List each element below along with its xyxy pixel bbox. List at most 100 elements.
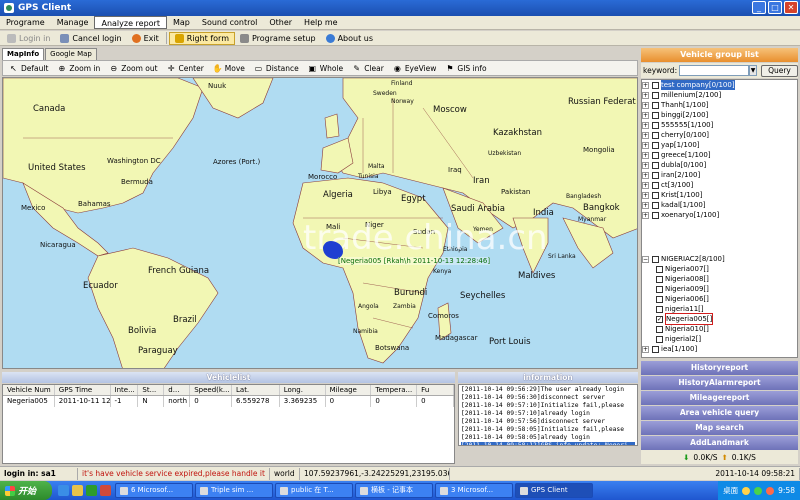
- programe-setup-button[interactable]: Programe setup: [235, 32, 321, 45]
- tab-add-landmark[interactable]: AddLandmark: [641, 436, 798, 450]
- menu-programe[interactable]: Programe: [0, 16, 51, 29]
- tray-icon[interactable]: [742, 486, 751, 495]
- checkbox[interactable]: [652, 171, 659, 179]
- expand-icon[interactable]: +: [642, 81, 649, 89]
- eyeview-tool[interactable]: ◉ EyeView: [393, 64, 437, 73]
- tab-area-vehicle-query[interactable]: Area vehicle query: [641, 406, 798, 420]
- menu-sound-control[interactable]: Sound control: [196, 16, 263, 29]
- expand-icon[interactable]: +: [642, 181, 649, 189]
- tree-vehicle-item[interactable]: Nigeria010[]: [642, 324, 797, 334]
- column-header[interactable]: St...: [138, 385, 165, 395]
- list-item[interactable]: [2011-10-14 09:56:29]The user already lo…: [461, 386, 635, 394]
- checkbox[interactable]: [652, 121, 659, 129]
- tab-mapinfo[interactable]: MapInfo: [2, 48, 45, 60]
- expand-icon[interactable]: +: [642, 191, 649, 199]
- expand-icon[interactable]: +: [642, 121, 649, 129]
- checkbox[interactable]: [652, 101, 659, 109]
- checkbox[interactable]: [652, 81, 659, 89]
- column-header[interactable]: Speed(k...: [190, 385, 232, 395]
- menu-other[interactable]: Other: [263, 16, 298, 29]
- tree-group-item[interactable]: + Thanh[1/100]: [642, 100, 797, 110]
- column-header[interactable]: Long.: [280, 385, 326, 395]
- table-row[interactable]: Negeria005 2011-10-11 12 -1 Nnorth 0 6.559278…: [3, 396, 454, 407]
- checkbox[interactable]: [656, 275, 663, 283]
- checkbox[interactable]: [656, 305, 663, 313]
- list-item[interactable]: [2011-10-14 09:57:10]Initialize fail,ple…: [461, 402, 635, 410]
- tray-icon[interactable]: [754, 486, 763, 495]
- tree-group-item[interactable]: +555555[1/100]: [642, 120, 797, 130]
- checkbox[interactable]: [652, 151, 659, 159]
- tree-vehicle-item[interactable]: Nigeria009[]: [642, 284, 797, 294]
- list-item[interactable]: [2011-10-14 09:57:10]already login: [461, 410, 635, 418]
- checkbox[interactable]: ✓: [656, 315, 663, 323]
- checkbox[interactable]: [652, 345, 659, 353]
- menu-help[interactable]: Help me: [298, 16, 344, 29]
- tab-history-report[interactable]: Historyreport: [641, 361, 798, 375]
- expand-icon[interactable]: +: [642, 111, 649, 119]
- desktop-label[interactable]: 桌面: [723, 485, 738, 496]
- checkbox[interactable]: [652, 201, 659, 209]
- distance-tool[interactable]: ▭ Distance: [254, 64, 299, 73]
- task-public[interactable]: public 在 T...: [275, 483, 353, 498]
- checkbox[interactable]: [652, 255, 659, 263]
- list-item[interactable]: [2011-10-14 09:58:05]Initialize fail,ple…: [461, 426, 635, 434]
- gis-info-tool[interactable]: ⚑ GIS info: [445, 64, 486, 73]
- menu-analyze-report[interactable]: Analyze report: [94, 16, 167, 29]
- tree-group-item[interactable]: + xoenaryo[1/100]: [642, 210, 797, 220]
- tree-vehicle-item[interactable]: Nigeria007[]: [642, 264, 797, 274]
- menu-map[interactable]: Map: [167, 16, 196, 29]
- checkbox[interactable]: [656, 285, 663, 293]
- vehicle-list-table[interactable]: Vehicle Num GPS Time Inte... St... d... Speed…: [2, 384, 455, 464]
- expand-icon[interactable]: +: [642, 91, 649, 99]
- checkbox[interactable]: [652, 131, 659, 139]
- tree-group-item[interactable]: + yap[1/100]: [642, 140, 797, 150]
- menu-manage[interactable]: Manage: [51, 16, 95, 29]
- checkbox[interactable]: [656, 335, 663, 343]
- expand-icon[interactable]: +: [642, 211, 649, 219]
- tree-vehicle-item[interactable]: Nigeria006[]: [642, 294, 797, 304]
- column-header[interactable]: d...: [164, 385, 191, 395]
- chevron-down-icon[interactable]: ▼: [749, 65, 757, 76]
- column-header[interactable]: Mileage: [326, 385, 372, 395]
- move-tool[interactable]: ✋ Move: [213, 64, 245, 73]
- whole-tool[interactable]: ▣ Whole: [308, 64, 343, 73]
- start-button[interactable]: 开始: [0, 481, 52, 500]
- column-header[interactable]: Inte...: [111, 385, 139, 395]
- app-icon[interactable]: [86, 485, 97, 496]
- tab-history-alarm-report[interactable]: HistoryAlarmreport: [641, 376, 798, 390]
- column-header[interactable]: Tempera...: [371, 385, 418, 395]
- tree-vehicle-item[interactable]: ✓ Negeria005[]: [642, 313, 797, 325]
- tree-group-item[interactable]: + millenium[2/100]: [642, 90, 797, 100]
- checkbox[interactable]: [652, 181, 659, 189]
- zoom-in-tool[interactable]: ⊕ Zoom in: [57, 64, 101, 73]
- keyword-input[interactable]: [679, 65, 750, 76]
- tree-group-item[interactable]: + dubla[0/100]: [642, 160, 797, 170]
- tab-google-map[interactable]: Google Map: [45, 48, 97, 60]
- tree-group-iea[interactable]: + iea[1/100]: [642, 344, 797, 354]
- task-word[interactable]: 6 Microsof...: [115, 483, 193, 498]
- tree-group-item[interactable]: + binggi[2/100]: [642, 110, 797, 120]
- column-header[interactable]: Lat.: [232, 385, 280, 395]
- checkbox[interactable]: [652, 141, 659, 149]
- expand-icon[interactable]: +: [642, 141, 649, 149]
- tree-group-nigeria[interactable]: − NIGERIAC2[8/100]: [642, 254, 797, 264]
- ie-icon[interactable]: [58, 485, 69, 496]
- about-us-button[interactable]: About us: [321, 32, 378, 45]
- expand-icon[interactable]: +: [642, 151, 649, 159]
- expand-icon[interactable]: +: [642, 101, 649, 109]
- tree-group-item[interactable]: + kadal[1/100]: [642, 200, 797, 210]
- expand-icon[interactable]: +: [642, 131, 649, 139]
- tree-group-item[interactable]: + cherry[0/100]: [642, 130, 797, 140]
- tray-icon[interactable]: [766, 486, 775, 495]
- query-button[interactable]: Query: [760, 64, 798, 77]
- exit-button[interactable]: Exit: [127, 32, 164, 45]
- list-item[interactable]: [2011-10-14 09:58:05]already login: [461, 434, 635, 442]
- default-tool[interactable]: ↖ Default: [9, 64, 48, 73]
- column-header[interactable]: Fu: [417, 385, 454, 395]
- task-excel[interactable]: 3 Microsof...: [435, 483, 513, 498]
- center-tool[interactable]: ✛ Center: [167, 64, 204, 73]
- tab-mileage-report[interactable]: Mileagereport: [641, 391, 798, 405]
- expand-icon[interactable]: +: [642, 161, 649, 169]
- tree-group-item[interactable]: + greece[1/100]: [642, 150, 797, 160]
- information-log[interactable]: [2011-10-14 09:56:29]The user already lo…: [458, 384, 638, 446]
